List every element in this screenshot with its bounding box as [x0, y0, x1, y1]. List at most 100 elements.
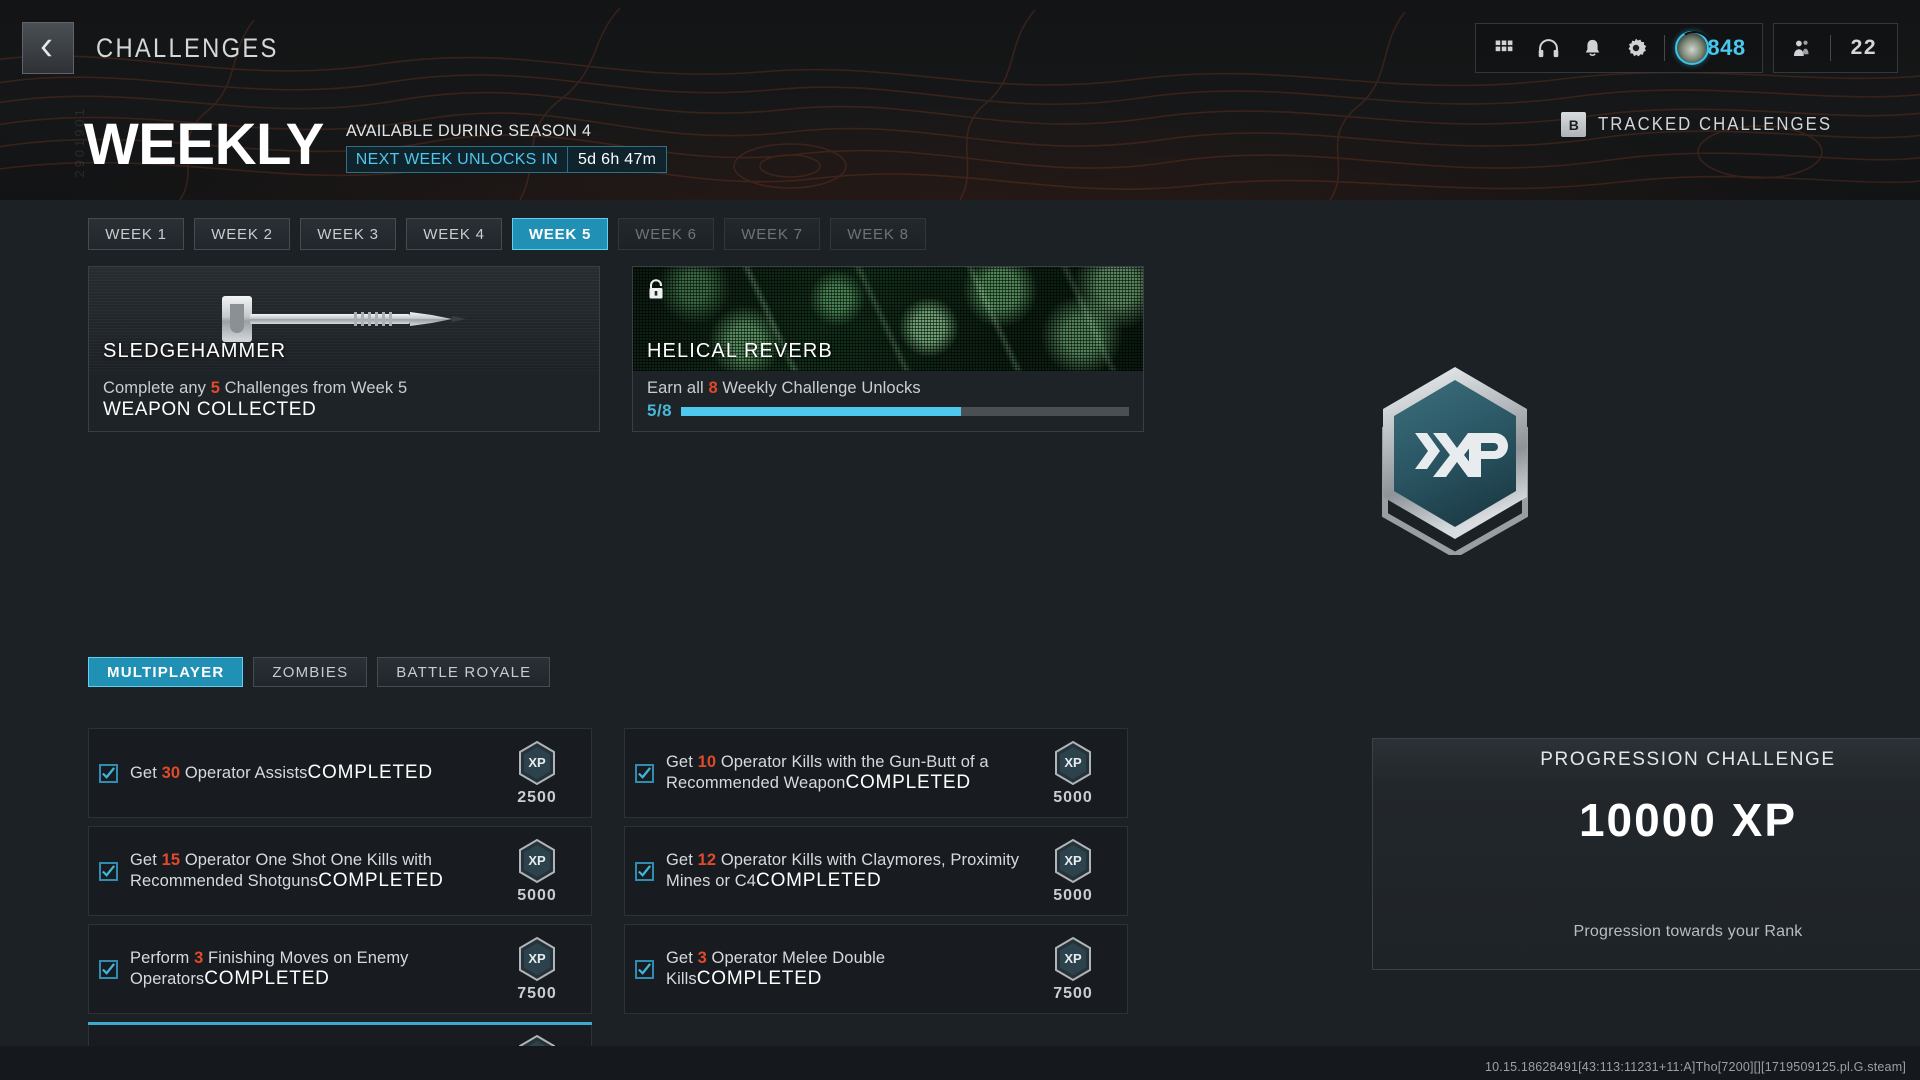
tracked-challenges-label: TRACKED CHALLENGES — [1598, 114, 1833, 134]
week-tab-bar: WEEK 1 WEEK 2 WEEK 3 WEEK 4 WEEK 5 WEEK … — [88, 218, 926, 250]
challenge-status: COMPLETED — [307, 762, 433, 783]
xp-hex-icon: XP — [1055, 740, 1091, 785]
challenge-checkbox[interactable] — [635, 763, 654, 783]
reward-description: Earn all 8 Weekly Challenge Unlocks — [647, 379, 1129, 398]
tab-zombies[interactable]: ZOMBIES — [253, 657, 368, 687]
page-title: CHALLENGES — [96, 32, 279, 63]
bell-icon[interactable] — [1570, 24, 1614, 72]
week-tab-1[interactable]: WEEK 1 — [88, 218, 184, 250]
challenge-prefix: Get — [666, 948, 698, 967]
challenge-suffix: Operator Assists — [180, 764, 308, 782]
reward-preview-panel: PROGRESSION CHALLENGE 10000 XP Progressi… — [1160, 200, 1920, 1080]
xp-amount: 2500 — [517, 788, 557, 806]
progression-card-value: 10000 XP — [1578, 794, 1798, 846]
week-tab-7[interactable]: WEEK 7 — [724, 218, 820, 250]
challenge-row[interactable]: Get 30 Operator AssistsCOMPLETED XP 2500 — [88, 728, 592, 818]
xp-amount: 7500 — [1053, 984, 1093, 1002]
xp-hex-icon: XP — [1055, 936, 1091, 981]
challenge-checkbox[interactable] — [99, 959, 118, 979]
grid-icon[interactable] — [1482, 24, 1526, 72]
progression-challenge-card: PROGRESSION CHALLENGE 10000 XP Progressi… — [1372, 738, 1920, 970]
challenge-xp-reward: XP 5000 — [1033, 838, 1113, 905]
reward-card-camo[interactable]: HELICAL REVERB Earn all 8 Weekly Challen… — [632, 266, 1144, 432]
back-button[interactable] — [22, 22, 74, 74]
challenge-xp-reward: XP 5000 — [1033, 740, 1113, 807]
header: CHALLENGES 848 22 2901901 WEEKLY AVAILAB… — [0, 0, 1920, 200]
challenge-status: COMPLETED — [318, 870, 444, 892]
svg-text:XP: XP — [528, 853, 546, 868]
challenge-checkbox[interactable] — [635, 959, 654, 979]
headphones-icon[interactable] — [1526, 24, 1570, 72]
desc-prefix: Earn all — [647, 379, 709, 397]
challenge-status: COMPLETED — [204, 968, 330, 990]
challenge-row[interactable]: Get 10 Operator Kills with the Gun-Butt … — [624, 728, 1128, 818]
challenge-status: COMPLETED — [756, 870, 882, 892]
currency-display[interactable]: 848 — [1671, 31, 1755, 65]
player-count-value: 22 — [1850, 36, 1877, 59]
divider — [1664, 35, 1666, 61]
mode-tab-bar: MULTIPLAYER ZOMBIES BATTLE ROYALE — [88, 657, 551, 687]
xp-badge: XP — [1052, 838, 1094, 884]
build-version-string: 10.15.18628491[43:113:11231+11:A]Tho[720… — [1484, 1060, 1906, 1074]
reward-card-weapon[interactable]: SLEDGEHAMMER Complete any 5 Challenges f… — [88, 266, 600, 432]
utility-icon-group: 848 — [1475, 23, 1763, 73]
xp-hex-icon: XP — [519, 740, 555, 785]
reward-progress: 5/8 — [647, 401, 1129, 421]
desc-prefix: Complete any — [103, 379, 211, 397]
challenge-prefix: Get — [666, 850, 698, 869]
challenge-row[interactable]: Get 3 Operator Melee Double KillsCOMPLET… — [624, 924, 1128, 1014]
xp-badge: XP — [1052, 740, 1094, 786]
svg-text:XP: XP — [1064, 755, 1082, 770]
xp-badge: XP — [1052, 936, 1094, 982]
week-tab-8[interactable]: WEEK 8 — [830, 218, 926, 250]
desc-number: 8 — [708, 379, 718, 397]
challenge-number: 12 — [697, 850, 717, 869]
challenge-column-right: Get 10 Operator Kills with the Gun-Butt … — [624, 728, 1128, 1080]
challenge-text: Get 10 Operator Kills with the Gun-Butt … — [666, 752, 1033, 795]
challenge-prefix: Get — [130, 764, 162, 782]
challenge-row[interactable]: Get 15 Operator One Shot One Kills with … — [88, 826, 592, 916]
progress-fill — [681, 406, 962, 416]
hero-block: 2901901 WEEKLY AVAILABLE DURING SEASON 4… — [0, 100, 1920, 190]
tracked-challenges-button[interactable]: B TRACKED CHALLENGES — [1561, 112, 1850, 137]
challenge-row[interactable]: Get 12 Operator Kills with Claymores, Pr… — [624, 826, 1128, 916]
check-icon — [102, 766, 116, 779]
reward-art: SLEDGEHAMMER — [89, 267, 599, 371]
hero-meta: AVAILABLE DURING SEASON 4 NEXT WEEK UNLO… — [345, 121, 668, 173]
next-week-countdown: NEXT WEEK UNLOCKS IN 5d 6h 47m — [345, 146, 668, 173]
challenge-number: 30 — [161, 764, 181, 782]
week-tab-4[interactable]: WEEK 4 — [406, 218, 502, 250]
week-tab-3[interactable]: WEEK 3 — [300, 218, 396, 250]
challenge-checkbox[interactable] — [635, 861, 654, 881]
tab-battle-royale[interactable]: BATTLE ROYALE — [377, 657, 551, 687]
tab-multiplayer[interactable]: MULTIPLAYER — [88, 657, 244, 687]
week-tab-6[interactable]: WEEK 6 — [618, 218, 714, 250]
challenge-prefix: Get — [130, 850, 162, 869]
challenge-number: 3 — [194, 948, 204, 967]
progress-track — [681, 406, 1129, 416]
week-tab-5[interactable]: WEEK 5 — [512, 218, 608, 250]
gear-icon[interactable] — [1614, 24, 1658, 72]
top-right-controls: 848 22 — [1475, 23, 1898, 73]
desc-suffix: Weekly Challenge Unlocks — [717, 379, 921, 397]
progression-card-title: PROGRESSION CHALLENGE — [1373, 739, 1920, 781]
challenge-grid: Get 30 Operator AssistsCOMPLETED XP 2500 Ge… — [88, 728, 1128, 1080]
check-icon — [638, 962, 652, 975]
xp-badge: XP — [516, 936, 558, 982]
week-tab-2[interactable]: WEEK 2 — [194, 218, 290, 250]
xp-amount: 5000 — [1053, 886, 1093, 904]
reward-name: HELICAL REVERB — [647, 340, 833, 362]
squad-icon[interactable] — [1780, 24, 1824, 72]
challenge-checkbox[interactable] — [99, 763, 118, 783]
challenge-row[interactable]: Perform 3 Finishing Moves on Enemy Opera… — [88, 924, 592, 1014]
challenge-text: Get 15 Operator One Shot One Kills with … — [130, 850, 497, 893]
svg-text:XP: XP — [528, 755, 546, 770]
challenge-text: Get 3 Operator Melee Double KillsCOMPLET… — [666, 948, 1033, 991]
challenge-checkbox[interactable] — [99, 861, 118, 881]
challenge-text: Get 30 Operator AssistsCOMPLETED — [130, 762, 497, 784]
svg-text:XP: XP — [528, 951, 546, 966]
divider — [1829, 35, 1831, 61]
chevron-left-icon — [41, 39, 52, 57]
operator-emblem-icon — [1675, 31, 1710, 65]
reward-art: HELICAL REVERB — [633, 267, 1143, 371]
